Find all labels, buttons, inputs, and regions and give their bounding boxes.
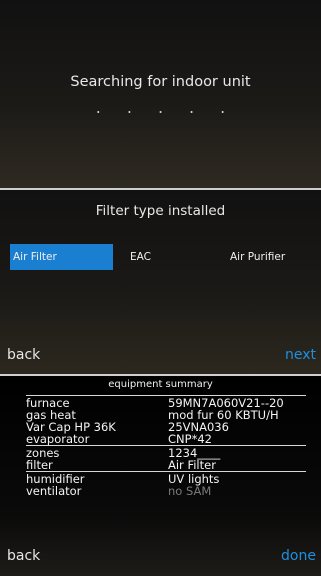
filter-option-eac[interactable]: EAC <box>127 244 217 270</box>
done-button[interactable]: done <box>281 548 316 564</box>
back-button[interactable]: back <box>7 347 40 363</box>
summary-group-zones-filter: zones 1234____ filter Air Filter <box>26 445 306 471</box>
summary-group-accessories: humidifier UV lights ventilator no SAM <box>26 471 306 497</box>
back-button[interactable]: back <box>7 548 40 564</box>
summary-label: evaporator <box>26 432 90 446</box>
summary-title: equipment summary <box>108 379 213 390</box>
summary-label: filter <box>26 458 53 472</box>
filter-option-air-purifier[interactable]: Air Purifier <box>227 244 321 270</box>
summary-row: ventilator no SAM <box>26 485 306 497</box>
summary-value: CNP*42 <box>168 432 212 446</box>
summary-row: zones 1234____ <box>26 447 306 459</box>
search-status-message: Searching for indoor unit <box>70 74 251 90</box>
summary-value: Air Filter <box>168 458 216 472</box>
equipment-summary-panel: equipment summary furnace 59MN7A060V21--… <box>0 374 321 576</box>
summary-group-equipment: furnace 59MN7A060V21--20 gas heat mod fu… <box>26 395 306 445</box>
summary-value: no SAM <box>168 484 212 498</box>
search-panel: Searching for indoor unit ..... <box>0 0 321 188</box>
summary-row: evaporator CNP*42 <box>26 433 306 445</box>
summary-label: ventilator <box>26 484 82 498</box>
filter-type-panel: Filter type installed Air Filter EAC Air… <box>0 188 321 374</box>
next-button[interactable]: next <box>285 347 316 363</box>
summary-row: filter Air Filter <box>26 459 306 471</box>
filter-options: Air Filter EAC Air Purifier <box>10 244 321 270</box>
search-progress-dots: ..... <box>95 98 252 117</box>
filter-panel-title: Filter type installed <box>95 203 226 219</box>
summary-table: furnace 59MN7A060V21--20 gas heat mod fu… <box>26 395 306 497</box>
filter-option-air-filter[interactable]: Air Filter <box>10 244 113 270</box>
